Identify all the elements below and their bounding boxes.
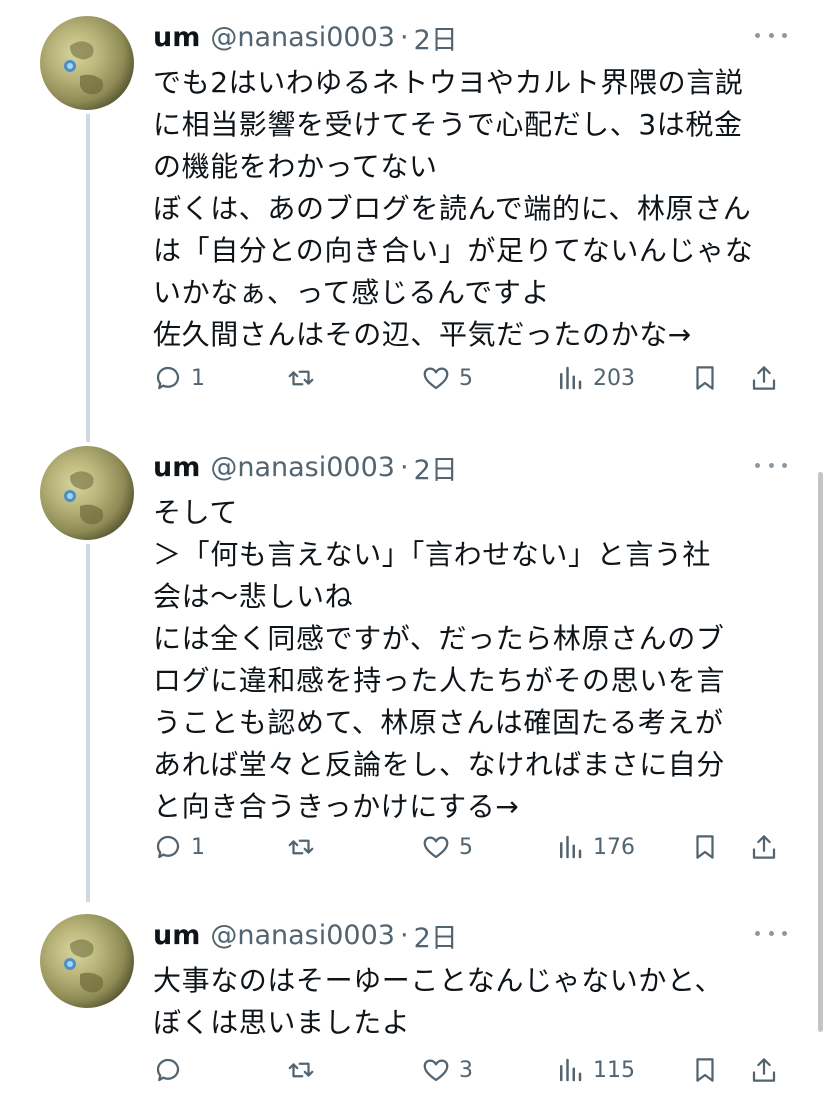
display-name[interactable]: um — [153, 920, 200, 951]
tweet-text-line: そして — [153, 496, 238, 529]
like-button[interactable]: 3 — [421, 1050, 473, 1090]
tweet-text-line: ログに違和感を持った人たちがその思いを言 — [153, 664, 726, 697]
reply-count: 1 — [191, 365, 205, 391]
retweet-arrows-icon — [288, 370, 314, 386]
like-count: 3 — [459, 1057, 473, 1083]
share-button[interactable] — [749, 827, 779, 867]
like-count: 5 — [459, 834, 473, 860]
globe-avatar-image — [64, 939, 104, 993]
tweet-text-line: 会は〜悲しいね — [153, 580, 354, 613]
thread-line — [86, 544, 90, 902]
like-button[interactable]: 5 — [421, 827, 473, 867]
like-count: 5 — [459, 365, 473, 391]
avatar[interactable] — [40, 914, 134, 1008]
retweet-button[interactable] — [286, 827, 324, 867]
reply-button[interactable]: 1 — [153, 358, 205, 398]
views-count: 176 — [593, 834, 635, 860]
tweet-header: um @nanasi0003 · 2日 — [153, 912, 458, 958]
user-handle[interactable]: @nanasi0003 — [210, 22, 395, 53]
display-name[interactable]: um — [153, 452, 200, 483]
timestamp[interactable]: 2日 — [414, 448, 458, 487]
tweet-header: um @nanasi0003 · 2日 — [153, 14, 458, 60]
user-handle[interactable]: @nanasi0003 — [210, 920, 395, 951]
share-upload-icon — [752, 366, 776, 390]
tweet-text: そして ＞「何も言えない」「言わせない」と言う社 会は〜悲しいね には全く同感で… — [153, 492, 803, 828]
avatar[interactable] — [40, 16, 134, 110]
more-dots-icon[interactable] — [755, 926, 787, 940]
timestamp[interactable]: 2日 — [414, 18, 458, 57]
tweet-text-line: でも2はいわゆるネトウヨやカルト界隈の言説 — [153, 66, 744, 99]
retweet-button[interactable] — [286, 1050, 324, 1090]
retweet-button[interactable] — [286, 358, 324, 398]
tweet-text-line: 大事なのはそーゆーことなんじゃないかと、 — [153, 964, 724, 997]
tweet-text-line: いかなぁ、って感じるんですよ — [153, 276, 551, 309]
user-handle[interactable]: @nanasi0003 — [210, 452, 395, 483]
heart-icon — [423, 367, 449, 390]
reply-button[interactable]: 1 — [153, 827, 205, 867]
views-count: 115 — [593, 1057, 635, 1083]
globe-avatar-image — [64, 471, 104, 525]
tweet[interactable]: um @nanasi0003 · 2日 でも2はいわゆるネトウヨやカルト界隈の言… — [0, 14, 828, 442]
tweet-text: でも2はいわゆるネトウヨやカルト界隈の言説 に相当影響を受けてそうで心配だし、3… — [153, 62, 803, 356]
action-bar: 1 5 203 — [153, 358, 793, 398]
bookmark-icon — [696, 835, 714, 859]
avatar[interactable] — [40, 446, 134, 540]
views-button[interactable]: 203 — [555, 358, 635, 398]
tweet-text-line: 佐久間さんはその辺、平気だったのかな→ — [153, 318, 692, 351]
tweet-text-line: ぼくは思いましたよ — [153, 1006, 411, 1039]
reply-bubble-icon — [156, 835, 180, 859]
reply-count: 1 — [191, 834, 205, 860]
tweet-text-line: に相当影響を受けてそうで心配だし、3は税金 — [153, 108, 743, 141]
tweet-text-line: ＞「何も言えない」「言わせない」と言う社 — [153, 538, 712, 571]
tweet-text: 大事なのはそーゆーことなんじゃないかと、 ぼくは思いましたよ — [153, 960, 803, 1044]
share-button[interactable] — [749, 358, 779, 398]
views-count: 203 — [593, 365, 635, 391]
tweet[interactable]: um @nanasi0003 · 2日 大事なのはそーゆーことなんじゃないかと、… — [0, 912, 828, 1102]
tweet-text-line: と向き合うきっかけにする→ — [153, 790, 520, 823]
reply-bubble-icon — [156, 1058, 180, 1082]
reply-bubble-icon — [156, 366, 180, 390]
views-button[interactable]: 176 — [555, 827, 635, 867]
heart-icon — [423, 1059, 449, 1082]
retweet-arrows-icon — [288, 1062, 314, 1078]
tweet-text-line: は「自分との向き合い」が足りてないんじゃな — [153, 234, 754, 267]
share-upload-icon — [752, 835, 776, 859]
retweet-arrows-icon — [288, 839, 314, 855]
reply-button[interactable] — [153, 1050, 191, 1090]
bookmark-button[interactable] — [690, 827, 720, 867]
bookmark-button[interactable] — [690, 358, 720, 398]
bookmark-icon — [696, 1058, 714, 1082]
tweet[interactable]: um @nanasi0003 · 2日 そして ＞「何も言えない」「言わせない」… — [0, 444, 828, 902]
separator-dot: · — [399, 451, 409, 483]
action-bar: 1 5 176 — [153, 827, 793, 867]
globe-avatar-image — [64, 41, 104, 95]
tweet-text-line: には全く同感ですが、だったら林原さんのブ — [153, 622, 725, 655]
bookmark-icon — [696, 366, 714, 390]
views-button[interactable]: 115 — [555, 1050, 635, 1090]
display-name[interactable]: um — [153, 22, 200, 53]
share-upload-icon — [752, 1058, 776, 1082]
separator-dot: · — [399, 919, 409, 951]
bookmark-button[interactable] — [690, 1050, 720, 1090]
tweet-text-line: うことも認めて、林原さんは確固たる考えが — [153, 706, 724, 739]
thread-line — [86, 114, 90, 442]
tweet-header: um @nanasi0003 · 2日 — [153, 444, 458, 490]
share-button[interactable] — [749, 1050, 779, 1090]
more-dots-icon[interactable] — [755, 28, 787, 42]
tweet-text-line: の機能をわかってない — [153, 150, 438, 183]
tweet-text-line: ぼくは、あのブログを読んで端的に、林原さん — [153, 192, 752, 225]
views-bar-chart-icon — [560, 366, 582, 390]
heart-icon — [423, 836, 449, 859]
separator-dot: · — [399, 21, 409, 53]
timestamp[interactable]: 2日 — [414, 916, 458, 955]
like-button[interactable]: 5 — [421, 358, 473, 398]
tweet-text-line: あれば堂々と反論をし、なければまさに自分 — [153, 748, 726, 781]
views-bar-chart-icon — [560, 835, 582, 859]
scrollbar[interactable] — [818, 472, 823, 1032]
action-bar: 3 115 — [153, 1050, 793, 1090]
views-bar-chart-icon — [560, 1058, 582, 1082]
more-dots-icon[interactable] — [755, 458, 787, 472]
